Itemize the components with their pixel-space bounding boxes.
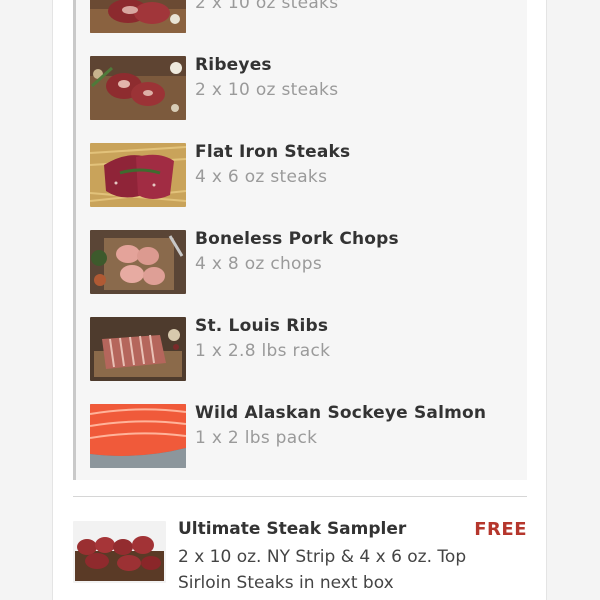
item-name: Ribeyes xyxy=(195,55,272,75)
steak-image xyxy=(90,0,186,33)
item-name: Flat Iron Steaks xyxy=(195,142,351,162)
item-quantity: 1 x 2 lbs pack xyxy=(195,428,318,448)
box-items-list: 2 x 10 oz steaks Ribeyes 2 x 10 oz steak… xyxy=(73,0,527,480)
list-item: St. Louis Ribs 1 x 2.8 lbs rack xyxy=(90,316,520,381)
promo-description: 2 x 10 oz. NY Strip & 4 x 6 oz. Top Sirl… xyxy=(178,547,467,593)
list-item: Ribeyes 2 x 10 oz steaks xyxy=(90,55,520,120)
item-quantity: 4 x 8 oz chops xyxy=(195,254,323,274)
item-quantity: 2 x 10 oz steaks xyxy=(195,0,339,13)
list-item: Boneless Pork Chops 4 x 8 oz chops xyxy=(90,229,520,294)
item-name: St. Louis Ribs xyxy=(195,316,329,336)
promo-name: Ultimate Steak Sampler xyxy=(178,519,407,539)
item-name: Boneless Pork Chops xyxy=(195,229,399,249)
list-item: 2 x 10 oz steaks xyxy=(90,0,520,33)
section-divider xyxy=(73,496,527,497)
ribeye-image xyxy=(90,56,186,120)
item-quantity: 1 x 2.8 lbs rack xyxy=(195,341,331,361)
item-quantity: 4 x 6 oz steaks xyxy=(195,167,328,187)
flat-iron-steak-image xyxy=(90,143,186,207)
promo-item: Ultimate Steak Sampler 2 x 10 oz. NY Str… xyxy=(73,518,527,600)
promo-price-badge: FREE xyxy=(474,519,527,540)
list-item: Flat Iron Steaks 4 x 6 oz steaks xyxy=(90,142,520,207)
salmon-image xyxy=(90,404,186,468)
item-quantity: 2 x 10 oz steaks xyxy=(195,80,339,100)
steak-sampler-image xyxy=(73,521,166,583)
list-item: Wild Alaskan Sockeye Salmon 1 x 2 lbs pa… xyxy=(90,403,520,468)
pork-chop-image xyxy=(90,230,186,294)
item-name: Wild Alaskan Sockeye Salmon xyxy=(195,403,487,423)
ribs-image xyxy=(90,317,186,381)
